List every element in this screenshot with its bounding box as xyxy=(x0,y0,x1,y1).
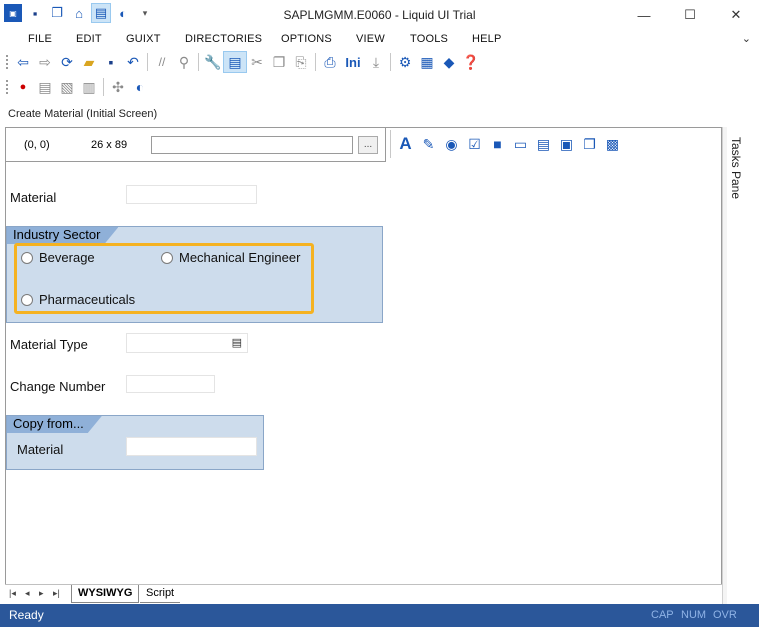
radio-tool-icon[interactable]: ◉ xyxy=(441,134,462,155)
toolbar-grip[interactable] xyxy=(6,80,8,94)
undo-icon[interactable]: ↶ xyxy=(122,52,144,72)
browse-button[interactable]: ... xyxy=(358,136,378,154)
status-text: Ready xyxy=(9,608,44,622)
toolbar-grip[interactable] xyxy=(6,55,8,69)
change-number-label: Change Number xyxy=(10,379,106,394)
copy-icon[interactable]: ❐ xyxy=(268,52,290,72)
text-tool-icon[interactable]: A xyxy=(395,134,416,155)
screen-delete-icon[interactable]: ▧ xyxy=(56,77,78,97)
menu-guixt[interactable]: GUIXT xyxy=(126,33,161,45)
menu-directories[interactable]: DIRECTORIES xyxy=(185,33,262,45)
print-icon[interactable]: ⎙ xyxy=(319,52,341,72)
menu-options[interactable]: OPTIONS xyxy=(281,33,332,45)
menu-edit[interactable]: EDIT xyxy=(76,33,102,45)
screen-layout-icon[interactable]: ▤ xyxy=(223,51,247,73)
settings-gear-icon[interactable]: ⚙ xyxy=(394,52,416,72)
element-toolbar: A ✎ ◉ ☑ ■ ▭ ▤ ▣ ❐ ▩ xyxy=(390,130,623,158)
menu-tools[interactable]: TOOLS xyxy=(410,33,448,45)
document-icon[interactable]: ▦ xyxy=(416,52,438,72)
status-bar: Ready CAP NUM OVR xyxy=(0,604,759,627)
menu-file[interactable]: FILE xyxy=(28,33,52,45)
editor-tab-bar: |◂ ◂ ▸ ▸| WYSIWYG Script xyxy=(5,584,722,604)
screen-title: Create Material (Initial Screen) xyxy=(8,108,158,120)
value-help-icon[interactable]: ▤ xyxy=(232,336,242,349)
comment-icon[interactable]: // xyxy=(151,52,173,72)
selection-highlight xyxy=(14,243,314,314)
material-input[interactable] xyxy=(126,185,257,204)
position-info-bar: (0, 0) 26 x 89 ... xyxy=(6,128,386,162)
download-icon[interactable]: ⤓ xyxy=(365,52,387,72)
ovr-indicator: OVR xyxy=(713,609,737,621)
help-icon[interactable]: ❓ xyxy=(460,52,482,72)
menu-view[interactable]: VIEW xyxy=(356,33,385,45)
tasks-pane-label[interactable]: Tasks Pane xyxy=(729,137,743,199)
material-label: Material xyxy=(10,190,57,205)
title-bar: ▣ ▪ ❐ ⌂ ▤ ◐ ▾ SAPLMGMM.E0060 - Liquid UI… xyxy=(0,0,759,30)
maximize-button[interactable]: ☐ xyxy=(667,0,713,30)
cursor-coordinates: (0, 0) xyxy=(24,139,50,151)
caps-indicator: CAP xyxy=(651,609,674,621)
save-icon[interactable]: ▪ xyxy=(100,52,122,72)
first-tab-icon[interactable]: |◂ xyxy=(9,588,16,599)
wysiwyg-canvas[interactable]: (0, 0) 26 x 89 ... A ✎ ◉ ☑ ■ ▭ ▤ ▣ ❐ ▩ xyxy=(5,127,722,604)
table-tool-icon[interactable]: ▤ xyxy=(533,134,554,155)
menu-bar: FILE EDIT GUIXT DIRECTORIES OPTIONS VIEW… xyxy=(0,30,759,50)
copy-from-material-label: Material xyxy=(17,442,64,457)
back-arrow-icon[interactable]: ⇦ xyxy=(12,52,34,72)
scrollbar[interactable] xyxy=(723,127,727,604)
prev-tab-icon[interactable]: ◂ xyxy=(25,588,30,599)
copy-from-material-input[interactable] xyxy=(126,437,257,456)
industry-sector-title: Industry Sector xyxy=(7,227,118,244)
window-controls: — ☐ ✕ xyxy=(621,0,759,30)
main-toolbar: ⇦ ⇨ ⟳ ▰ ▪ ↶ // ⚲ 🔧 ▤ ✂ ❐ ⎘ ⎙ Ini ⤓ ⚙ ▦ ◆… xyxy=(0,50,759,74)
tab-wysiwyg[interactable]: WYSIWYG xyxy=(71,585,140,603)
num-indicator: NUM xyxy=(681,609,707,621)
book-icon[interactable]: ◆ xyxy=(438,52,460,72)
last-tab-icon[interactable]: ▸| xyxy=(53,588,60,599)
ini-button[interactable]: Ini xyxy=(341,55,365,70)
screen-edit-icon[interactable]: ▥ xyxy=(78,77,100,97)
pencil-icon[interactable]: ✎ xyxy=(418,134,439,155)
screen-icon[interactable]: ▤ xyxy=(34,77,56,97)
box-tool-icon[interactable]: ■ xyxy=(487,134,508,155)
checkbox-tool-icon[interactable]: ☑ xyxy=(464,134,485,155)
menu-help[interactable]: HELP xyxy=(472,33,502,45)
record-icon[interactable]: ● xyxy=(12,77,34,97)
paste-icon[interactable]: ⎘ xyxy=(290,52,312,72)
refresh-icon[interactable]: ⟳ xyxy=(56,52,78,72)
next-tab-icon[interactable]: ▸ xyxy=(39,588,44,599)
copy-from-title: Copy from... xyxy=(7,416,102,433)
copy-element-icon[interactable]: ❐ xyxy=(579,134,600,155)
connect-icon[interactable]: ◐ xyxy=(129,77,151,97)
window-tool-icon[interactable]: ▭ xyxy=(510,134,531,155)
close-button[interactable]: ✕ xyxy=(713,0,759,30)
screen-size: 26 x 89 xyxy=(91,139,128,151)
script-toolbar: ● ▤ ▧ ▥ ✣ ◐ xyxy=(0,75,759,99)
material-type-input[interactable]: ▤ xyxy=(126,333,248,353)
element-name-field[interactable] xyxy=(151,136,353,154)
forward-arrow-icon[interactable]: ⇨ xyxy=(34,52,56,72)
material-type-label: Material Type xyxy=(10,337,88,352)
open-folder-icon[interactable]: ▰ xyxy=(78,52,100,72)
image-tool-icon[interactable]: ▣ xyxy=(556,134,577,155)
tab-script[interactable]: Script xyxy=(140,585,181,603)
find-icon[interactable]: ⚲ xyxy=(173,52,195,72)
tasks-pane: Tasks Pane xyxy=(722,127,759,604)
debug-icon[interactable]: ✣ xyxy=(107,77,129,97)
paste-element-icon[interactable]: ▩ xyxy=(602,134,623,155)
minimize-button[interactable]: — xyxy=(621,0,667,30)
wrench-icon[interactable]: 🔧 xyxy=(202,52,224,72)
change-number-input[interactable] xyxy=(126,375,215,393)
ribbon-collapse-chevron-icon[interactable]: ⌄ xyxy=(742,32,751,45)
cut-icon[interactable]: ✂ xyxy=(246,52,268,72)
